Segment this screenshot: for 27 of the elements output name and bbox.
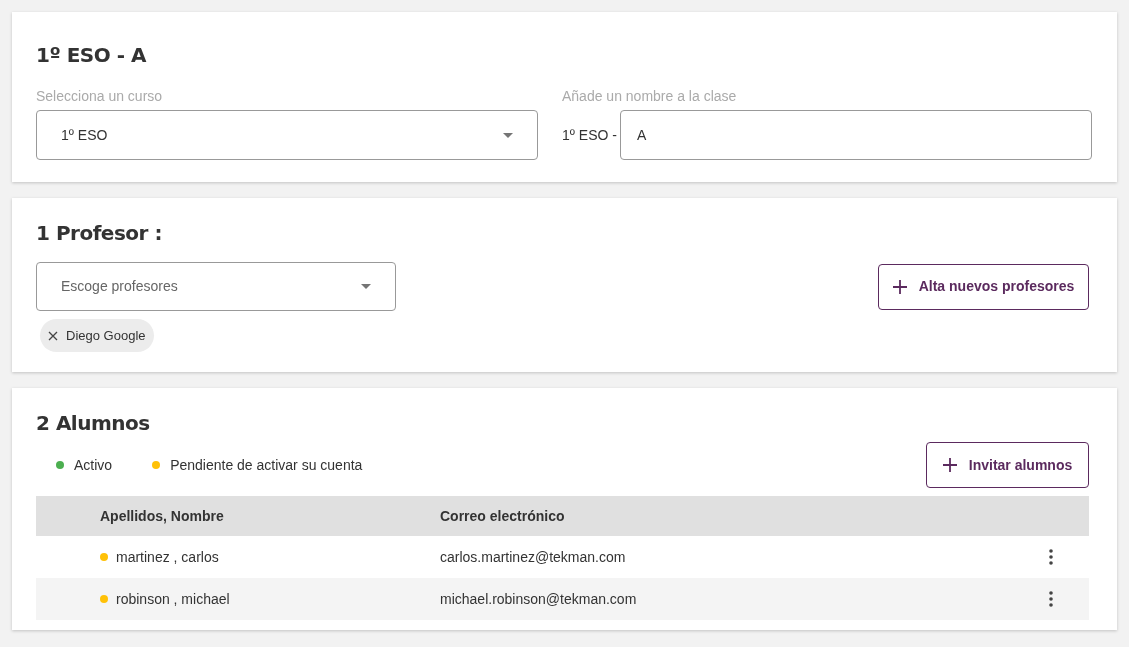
more-options-icon[interactable]	[1049, 591, 1053, 607]
column-header: Apellidos, Nombre	[100, 506, 225, 526]
table-cell-text: robinson , michael	[116, 589, 231, 609]
teachers-title: 1 Profesor :	[36, 220, 163, 247]
dropdown-caret-icon	[361, 284, 371, 289]
class-title: 1º ESO - A	[36, 42, 147, 69]
plus-icon	[892, 279, 907, 294]
course-label: Selecciona un curso	[36, 87, 164, 103]
class-name-field[interactable]: A	[619, 110, 1092, 160]
table-cell-text: martinez , carlos	[116, 547, 220, 567]
legend-label: Pendiente de activar su cuenta	[170, 455, 363, 475]
legend-label: Activo	[74, 455, 113, 475]
more-options-icon[interactable]	[1049, 549, 1053, 565]
class-name-prefix: 1º ESO -	[562, 125, 617, 145]
column-header: Correo electrónico	[440, 506, 565, 526]
teacher-name: Diego Google	[66, 326, 146, 345]
table-cell-text: carlos.martinez@tekman.com	[440, 547, 627, 567]
add-teachers-button[interactable]: Alta nuevos profesores	[878, 263, 1089, 310]
remove-icon[interactable]	[48, 330, 58, 341]
class-name-label: Añade un nombre a la clase	[562, 87, 738, 103]
students-title: 2 Alumnos	[36, 410, 151, 437]
course-select[interactable]: 1º ESO	[36, 110, 538, 160]
dropdown-caret-icon	[503, 132, 513, 138]
table-cell-text: michael.robinson@tekman.com	[440, 589, 638, 609]
teachers-select[interactable]: Escoge profesores	[36, 262, 396, 311]
plus-icon	[942, 458, 957, 472]
invite-students-button[interactable]: Invitar alumnos	[926, 442, 1089, 488]
